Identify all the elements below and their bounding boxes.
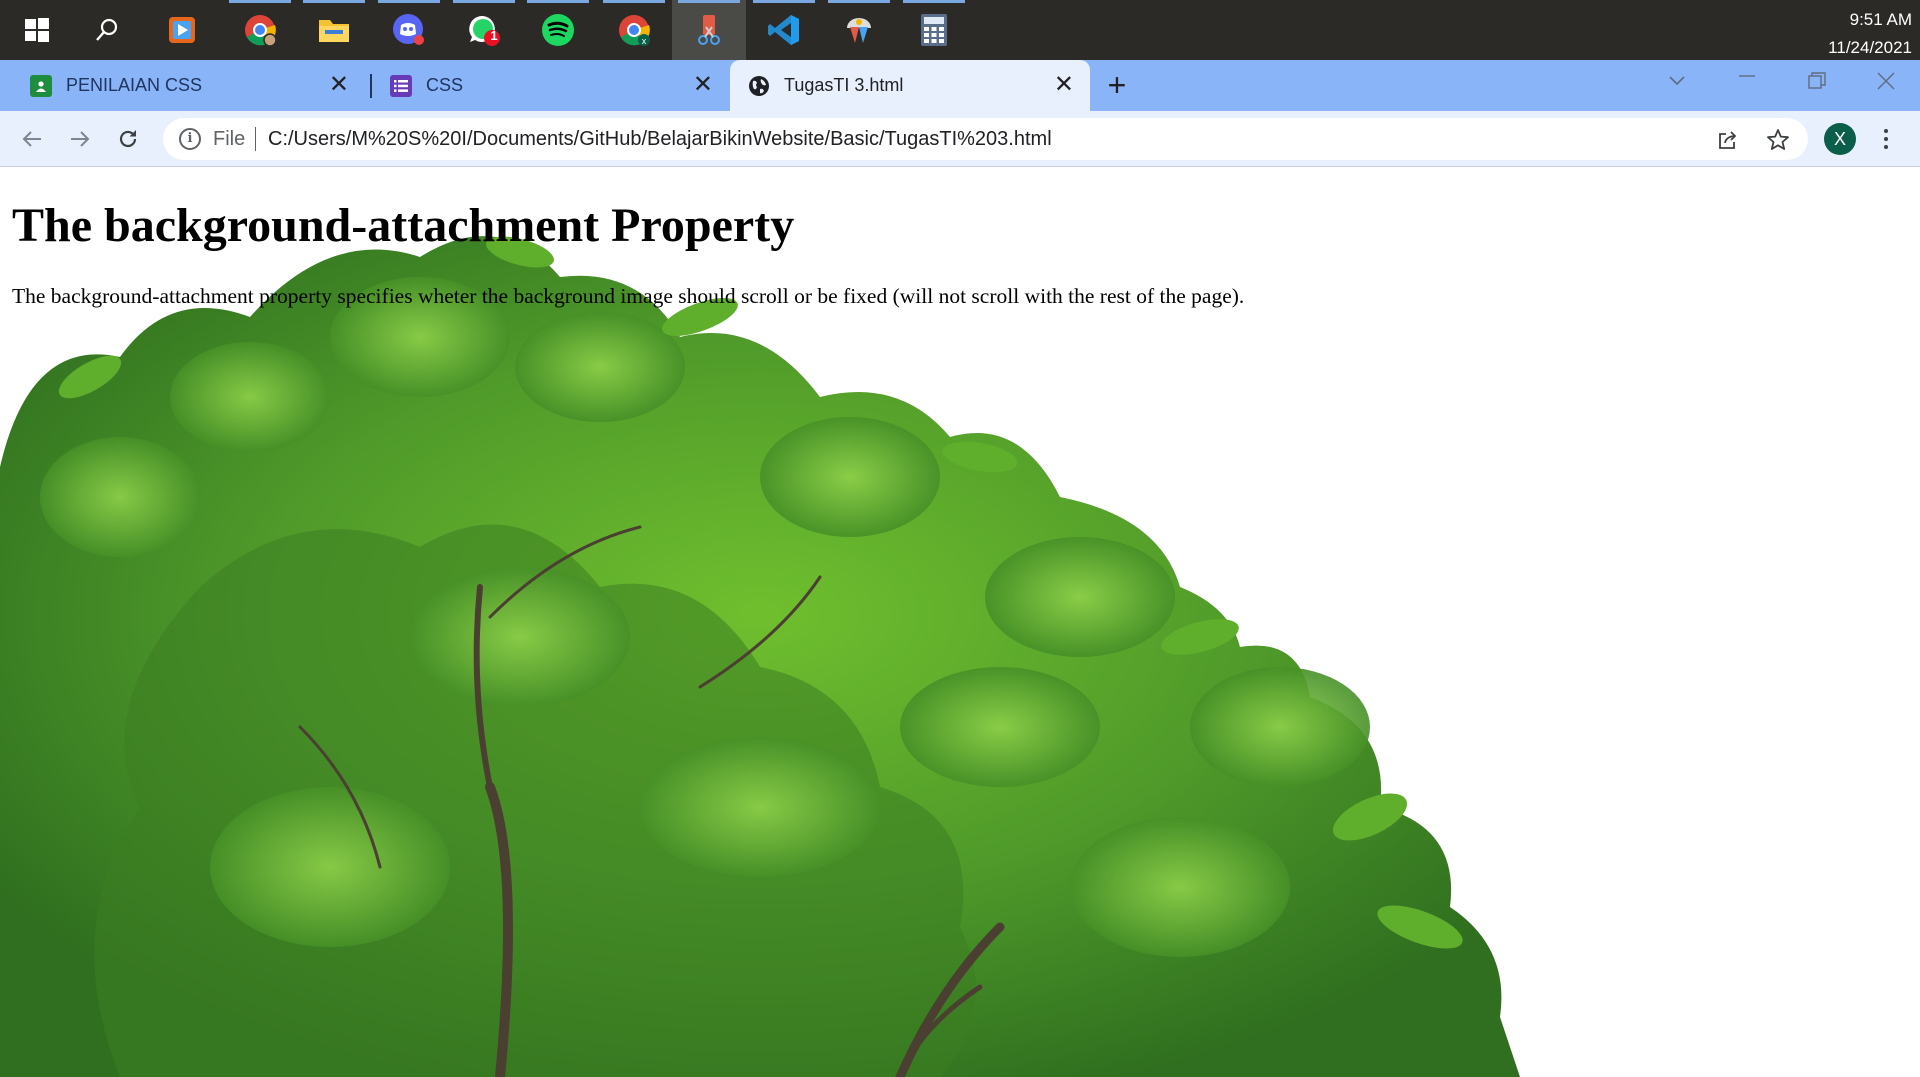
google-classroom-icon xyxy=(30,74,52,97)
close-icon xyxy=(1877,72,1895,90)
media-player-icon xyxy=(165,13,199,47)
share-icon[interactable] xyxy=(1715,127,1741,153)
tab-strip: PENILAIAN CSS ✕ CSS ✕ TugasTI 3.html ✕ + xyxy=(0,60,1920,111)
reload-icon xyxy=(119,130,137,148)
omnibox-divider xyxy=(255,127,256,151)
google-forms-icon xyxy=(390,74,412,97)
page-viewport: The background-attachment Property The b… xyxy=(0,167,1920,1077)
page-heading: The background-attachment Property xyxy=(12,199,795,252)
discord-icon xyxy=(392,13,426,47)
clock-time: 9:51 AM xyxy=(1849,10,1912,29)
windows-logo-icon xyxy=(20,13,54,47)
arrow-right-icon xyxy=(71,131,90,147)
tab-penilaian-css[interactable]: PENILAIAN CSS ✕ xyxy=(0,60,365,111)
browser-toolbar: i File C:/Users/M%20S%20I/Documents/GitH… xyxy=(0,111,1920,167)
tab-css[interactable]: CSS ✕ xyxy=(372,60,729,111)
svg-text:x: x xyxy=(642,36,647,46)
address-bar[interactable]: i File C:/Users/M%20S%20I/Documents/GitH… xyxy=(163,118,1808,160)
globe-icon xyxy=(748,75,770,97)
search-button[interactable] xyxy=(70,0,144,60)
minimize-button[interactable] xyxy=(1738,66,1756,89)
snipping-tool-icon xyxy=(692,13,726,47)
start-button[interactable] xyxy=(0,0,74,60)
arrow-left-icon xyxy=(22,131,41,147)
media-player-button[interactable] xyxy=(145,0,219,60)
paint-tool-button[interactable] xyxy=(822,0,896,60)
file-explorer-button[interactable] xyxy=(297,0,371,60)
system-clock[interactable]: 9:51 AM 11/24/2021 xyxy=(1792,6,1912,62)
new-tab-button[interactable]: + xyxy=(1100,69,1134,103)
chrome-profile-1-button[interactable] xyxy=(223,0,297,60)
chrome-icon xyxy=(243,13,277,47)
scheme-label: File xyxy=(213,128,246,150)
reload-button[interactable] xyxy=(112,123,144,155)
search-icon xyxy=(90,13,124,47)
site-info-icon[interactable]: i xyxy=(179,128,201,150)
profile-avatar[interactable]: X xyxy=(1824,123,1856,155)
calculator-button[interactable] xyxy=(897,0,971,60)
more-menu-icon[interactable] xyxy=(1880,123,1892,155)
page-paragraph: The background-attachment property speci… xyxy=(12,284,1245,308)
close-icon[interactable]: ✕ xyxy=(329,73,349,97)
chrome-profile-2-button[interactable]: x xyxy=(597,0,671,60)
forward-button[interactable] xyxy=(64,123,96,155)
restore-button[interactable] xyxy=(1808,72,1826,96)
plus-icon: + xyxy=(1107,67,1127,103)
whatsapp-button[interactable]: 1 xyxy=(447,0,521,60)
vscode-icon xyxy=(767,13,801,47)
close-icon[interactable]: ✕ xyxy=(1054,73,1074,97)
folder-icon xyxy=(317,13,351,47)
clock-date: 11/24/2021 xyxy=(1828,38,1912,57)
close-icon[interactable]: ✕ xyxy=(693,73,713,97)
minimize-icon xyxy=(1739,75,1755,77)
paint-icon xyxy=(842,13,876,47)
whatsapp-icon: 1 xyxy=(467,13,501,47)
spotify-button[interactable] xyxy=(521,0,595,60)
discord-button[interactable] xyxy=(372,0,446,60)
chrome-icon: x xyxy=(617,13,651,47)
tab-title: TugasTI 3.html xyxy=(784,75,904,95)
close-window-button[interactable] xyxy=(1877,72,1895,96)
bookmark-star-icon[interactable] xyxy=(1765,127,1791,153)
tab-title: PENILAIAN CSS xyxy=(66,75,203,95)
whatsapp-badge: 1 xyxy=(490,28,498,43)
vscode-button[interactable] xyxy=(747,0,821,60)
tab-title: CSS xyxy=(426,75,464,95)
spotify-icon xyxy=(541,13,575,47)
chevron-down-icon xyxy=(1669,76,1685,86)
taskbar: 1 x 9:51 AM 11/24/2021 xyxy=(0,0,1920,60)
calculator-icon xyxy=(917,13,951,47)
snipping-tool-button[interactable] xyxy=(672,0,746,60)
restore-icon xyxy=(1808,72,1826,89)
url-text[interactable]: C:/Users/M%20S%20I/Documents/GitHub/Bela… xyxy=(268,128,1052,151)
tab-search-button[interactable] xyxy=(1668,70,1686,93)
back-button[interactable] xyxy=(16,123,48,155)
tab-tugasti-3[interactable]: TugasTI 3.html ✕ xyxy=(730,60,1090,111)
